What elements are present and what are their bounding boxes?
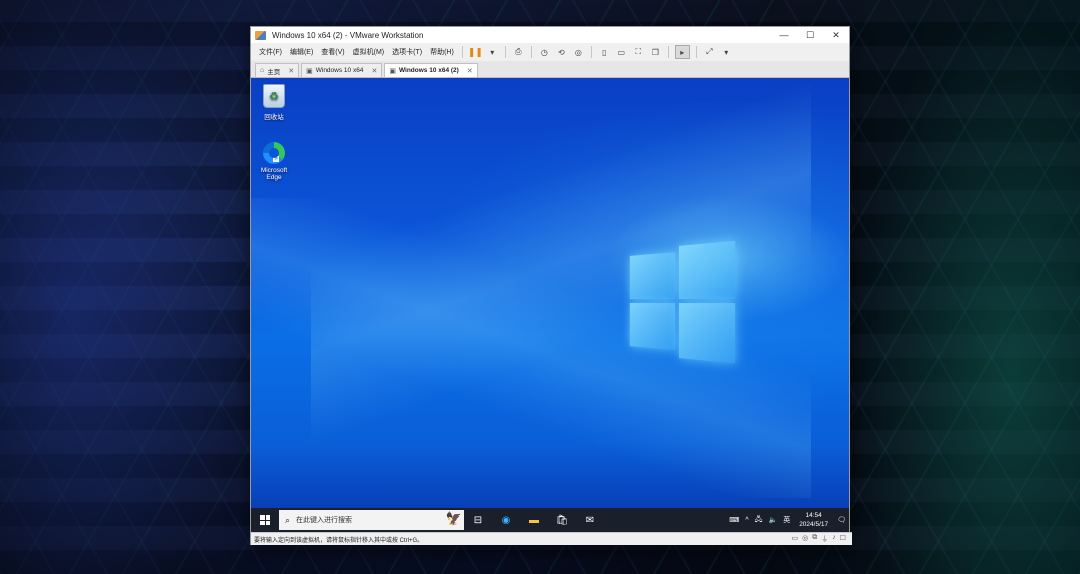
- start-button[interactable]: [251, 508, 279, 532]
- edge-taskbar-icon[interactable]: ◉: [492, 508, 520, 532]
- message-log-icon[interactable]: ☐: [840, 534, 846, 544]
- toolbar-divider: [530, 46, 532, 58]
- toolbar-divider: [504, 46, 506, 58]
- tab-label: Windows 10 x64: [315, 67, 364, 74]
- title-bar[interactable]: Windows 10 x64 (2) - VMware Workstation …: [251, 27, 849, 43]
- close-button[interactable]: ✕: [823, 30, 849, 41]
- windows-logo-wallpaper: [629, 240, 736, 364]
- hard-disk-icon[interactable]: ▭: [791, 534, 798, 544]
- console-view-icon[interactable]: ▸: [674, 45, 690, 59]
- tab-close-icon[interactable]: ✕: [467, 67, 473, 75]
- recycle-bin-icon: ♻: [263, 84, 285, 108]
- dropdown-chevron-icon[interactable]: ▾: [486, 46, 499, 58]
- status-hint: 要将输入定向到该虚拟机，请将鼠标指针移入其中或按 Ctrl+G。: [254, 537, 424, 544]
- edge-desktop-icon[interactable]: ↗ Microsoft Edge: [251, 142, 297, 181]
- clock-date: 2024/5/17: [799, 521, 829, 528]
- guest-desktop[interactable]: ♻ 回收站 ↗ Microsoft Edge: [251, 78, 849, 508]
- edge-label-line1: Microsoft: [260, 167, 288, 174]
- menu-tabs[interactable]: 选项卡(T): [388, 47, 426, 57]
- edge-label-line2: Edge: [266, 174, 282, 181]
- keyboard-icon[interactable]: ⌨: [729, 516, 739, 524]
- tab-home[interactable]: ⌂ 主页 ✕: [255, 63, 300, 77]
- menu-file[interactable]: 文件(F): [255, 47, 286, 57]
- recycle-bin-label: 回收站: [264, 114, 284, 121]
- vmware-app-icon: [255, 30, 266, 40]
- stretch-guest-icon[interactable]: ⤢: [703, 46, 716, 58]
- notification-center-icon[interactable]: 🗨: [837, 516, 846, 524]
- usb-icon[interactable]: ⏚: [821, 534, 828, 544]
- send-ctrl-alt-del-icon[interactable]: ⎙: [512, 46, 525, 58]
- menu-vm[interactable]: 虚拟机(M): [349, 47, 389, 57]
- ime-indicator[interactable]: 英: [783, 515, 790, 525]
- search-icon: ⌕: [285, 514, 291, 525]
- tab-close-icon[interactable]: ✕: [288, 67, 294, 75]
- store-icon[interactable]: 🛍: [548, 508, 576, 532]
- device-status-icons: ▭ ◎ ⧉ ⏚ ♪ ☐: [791, 534, 846, 544]
- edge-icon: ↗: [263, 142, 285, 164]
- vm-icon: ▣: [389, 67, 396, 75]
- revert-snapshot-icon[interactable]: ⟲: [555, 46, 568, 58]
- search-highlight-eagle-icon: 🦅: [445, 511, 462, 526]
- status-bar: 要将输入定向到该虚拟机，请将鼠标指针移入其中或按 Ctrl+G。 ▭ ◎ ⧉ ⏚…: [251, 532, 852, 545]
- show-library-icon[interactable]: ▯: [598, 46, 611, 58]
- tab-label: Windows 10 x64 (2): [398, 67, 459, 74]
- host-wallpaper-right: [848, 0, 1080, 574]
- full-screen-icon[interactable]: ⛶: [632, 46, 645, 58]
- unity-icon[interactable]: ❐: [649, 46, 662, 58]
- pause-icon[interactable]: ❚❚: [468, 46, 483, 58]
- home-icon: ⌂: [260, 67, 265, 74]
- stretch-dropdown-icon[interactable]: ▾: [720, 46, 733, 58]
- vm-icon: ▣: [306, 67, 313, 75]
- shortcut-arrow-icon: ↗: [273, 156, 279, 162]
- taskbar-search-box[interactable]: ⌕ 在此键入进行搜索 🦅: [279, 510, 464, 530]
- guest-taskbar: ⌕ 在此键入进行搜索 🦅 ⊟ ◉ ▬ 🛍 ✉ ⌨ ^ 🖧 🔈 英 14:54 2…: [251, 508, 849, 532]
- tab-windows10[interactable]: ▣ Windows 10 x64 ✕: [301, 63, 383, 77]
- cd-rom-icon[interactable]: ◎: [802, 534, 808, 544]
- network-icon[interactable]: 🖧: [755, 515, 763, 526]
- system-tray: ⌨ ^ 🖧 🔈 英 14:54 2024/5/17 🗨: [726, 511, 849, 529]
- menu-help[interactable]: 帮助(H): [426, 47, 458, 57]
- toolbar-divider: [667, 46, 669, 58]
- host-wallpaper-left: [0, 0, 250, 574]
- menu-edit[interactable]: 编辑(E): [286, 47, 317, 57]
- taskbar-clock[interactable]: 14:54 2024/5/17: [799, 511, 828, 529]
- maximize-button[interactable]: ☐: [797, 30, 823, 41]
- task-view-icon[interactable]: ⊟: [464, 508, 492, 532]
- snapshot-icon[interactable]: ◷: [538, 46, 551, 58]
- mail-icon[interactable]: ✉: [576, 508, 604, 532]
- vmware-window: Windows 10 x64 (2) - VMware Workstation …: [250, 26, 852, 545]
- menu-bar: 文件(F) 编辑(E) 查看(V) 虚拟机(M) 选项卡(T) 帮助(H) ❚❚…: [251, 43, 849, 61]
- window-title: Windows 10 x64 (2) - VMware Workstation: [272, 30, 424, 40]
- minimize-button[interactable]: —: [771, 30, 797, 40]
- windows-start-icon: [260, 515, 270, 525]
- thumbnail-bar-icon[interactable]: ▭: [615, 46, 628, 58]
- toolbar-divider: [695, 46, 697, 58]
- snapshot-manager-icon[interactable]: ◎: [572, 46, 585, 58]
- toolbar-divider: [461, 46, 463, 58]
- toolbar-divider: [590, 46, 592, 58]
- tab-label: 主页: [267, 68, 281, 76]
- recycle-bin-desktop-icon[interactable]: ♻ 回收站: [251, 84, 297, 121]
- tab-bar: ⌂ 主页 ✕ ▣ Windows 10 x64 ✕ ▣ Windows 10 x…: [251, 61, 849, 78]
- file-explorer-icon[interactable]: ▬: [520, 508, 548, 532]
- sound-icon[interactable]: ♪: [832, 534, 836, 544]
- show-hidden-icons-chevron-icon[interactable]: ^: [745, 517, 748, 524]
- network-adapter-icon[interactable]: ⧉: [812, 534, 817, 544]
- tab-windows10-2[interactable]: ▣ Windows 10 x64 (2) ✕: [384, 63, 478, 77]
- menu-view[interactable]: 查看(V): [317, 47, 348, 57]
- search-placeholder: 在此键入进行搜索: [296, 517, 353, 524]
- tab-close-icon[interactable]: ✕: [371, 67, 377, 75]
- clock-time: 14:54: [805, 512, 822, 519]
- volume-icon[interactable]: 🔈: [768, 516, 777, 524]
